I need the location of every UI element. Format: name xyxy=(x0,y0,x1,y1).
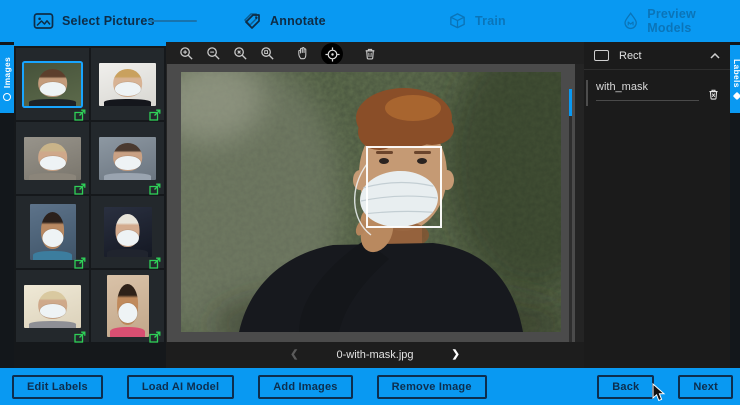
delete-label-icon[interactable] xyxy=(707,87,720,101)
pictures-icon xyxy=(33,12,54,30)
annotated-badge-icon xyxy=(74,331,86,343)
step-annotate[interactable]: Annotate xyxy=(242,0,326,42)
step-select-pictures[interactable]: Select Pictures xyxy=(33,0,155,42)
chevron-up-icon[interactable] xyxy=(710,53,720,59)
camera-icon xyxy=(3,93,11,101)
thumbnail-photo xyxy=(24,285,81,328)
pan-hand-icon[interactable] xyxy=(294,44,312,62)
face-mask-shape xyxy=(114,82,140,96)
load-ai-model-button[interactable]: Load AI Model xyxy=(127,375,234,399)
annotate-target-icon[interactable] xyxy=(321,43,343,65)
step-label: Preview Models xyxy=(647,7,740,35)
right-edge-strip: Labels xyxy=(730,42,740,368)
stepper-bar: Select Pictures Annotate Train Pr xyxy=(0,0,740,42)
annotated-badge-icon xyxy=(74,109,86,121)
thumbnail-photo xyxy=(24,63,81,106)
back-button[interactable]: Back xyxy=(597,375,654,399)
labels-panel: Rect with_mask xyxy=(584,42,730,368)
zoom-in-icon[interactable] xyxy=(177,44,195,62)
next-button[interactable]: Next xyxy=(678,375,733,399)
scrollbar-thumb[interactable] xyxy=(569,89,572,116)
label-list: with_mask xyxy=(584,70,730,101)
droplet-icon xyxy=(622,11,639,31)
image-thumbnail[interactable] xyxy=(16,122,89,194)
canvas-scrollbar[interactable] xyxy=(569,89,572,362)
step-train: Train xyxy=(448,0,506,42)
face-mask-shape xyxy=(39,304,65,318)
face-mask-shape xyxy=(116,230,138,246)
images-tab-label: Images xyxy=(2,57,12,88)
zoom-out-icon[interactable] xyxy=(204,44,222,62)
images-tab[interactable]: Images xyxy=(0,45,14,113)
previous-image-button[interactable]: ❮ xyxy=(290,350,298,360)
image-thumbnail[interactable] xyxy=(16,270,89,342)
step-label: Annotate xyxy=(270,14,326,28)
left-edge-strip: Images xyxy=(0,42,14,368)
annotated-badge-icon xyxy=(149,109,161,121)
image-thumbnail[interactable] xyxy=(91,270,164,342)
labels-tab[interactable]: Labels xyxy=(730,45,740,113)
tag-icon xyxy=(242,11,262,31)
thumbnail-photo xyxy=(99,137,156,180)
main-photo[interactable] xyxy=(181,72,561,332)
workspace: Images xyxy=(0,42,740,368)
delete-annotation-icon[interactable] xyxy=(361,44,379,62)
zoom-cancel-icon[interactable] xyxy=(231,44,249,62)
current-filename: 0-with-mask.jpg xyxy=(336,349,413,361)
tag-icon xyxy=(733,92,740,100)
annotated-badge-icon xyxy=(149,331,161,343)
face-mask-shape xyxy=(118,303,137,323)
image-thumbnail[interactable] xyxy=(91,196,164,268)
edit-labels-button[interactable]: Edit Labels xyxy=(12,375,103,399)
thumbnail-photo xyxy=(30,204,76,260)
image-filmstrip[interactable] xyxy=(14,42,166,368)
thumbnail-photo xyxy=(99,63,156,106)
thumbnail-photo xyxy=(24,137,81,180)
face-mask-shape xyxy=(39,82,65,96)
face-mask-shape xyxy=(42,229,63,247)
face-mask-shape xyxy=(114,156,140,170)
step-label: Train xyxy=(475,14,506,28)
annotation-app: Select Pictures Annotate Train Pr xyxy=(0,0,740,405)
footer-bar: Edit Labels Load AI Model Add Images Rem… xyxy=(0,368,740,405)
shape-header[interactable]: Rect xyxy=(584,42,730,70)
canvas-toolbar xyxy=(166,42,584,64)
canvas-mat xyxy=(167,64,575,342)
cube-icon xyxy=(448,12,467,31)
annotated-badge-icon xyxy=(74,183,86,195)
annotated-badge-icon xyxy=(74,257,86,269)
step-label: Select Pictures xyxy=(62,14,155,28)
step-preview-models: Preview Models xyxy=(622,0,740,42)
next-image-button[interactable]: ❯ xyxy=(452,350,460,360)
annotated-badge-icon xyxy=(149,257,161,269)
annotated-badge-icon xyxy=(149,183,161,195)
annotation-canvas: ❮ 0-with-mask.jpg ❯ xyxy=(166,42,584,368)
shape-title: Rect xyxy=(619,50,700,62)
rect-shape-icon xyxy=(594,50,609,61)
remove-image-button[interactable]: Remove Image xyxy=(377,375,487,399)
labels-tab-label: Labels xyxy=(732,59,740,88)
image-thumbnail[interactable] xyxy=(91,48,164,120)
label-row[interactable]: with_mask xyxy=(596,79,720,101)
image-thumbnail[interactable] xyxy=(91,122,164,194)
thumbnail-photo xyxy=(104,207,152,257)
zoom-fit-icon[interactable] xyxy=(258,44,276,62)
thumbnail-photo xyxy=(107,275,149,337)
face-mask-shape xyxy=(39,156,65,170)
label-name[interactable]: with_mask xyxy=(596,79,699,101)
step-connector-line xyxy=(148,20,197,22)
add-images-button[interactable]: Add Images xyxy=(258,375,352,399)
image-thumbnail[interactable] xyxy=(16,48,89,120)
image-thumbnail[interactable] xyxy=(16,196,89,268)
image-navigator: ❮ 0-with-mask.jpg ❯ xyxy=(166,342,584,368)
